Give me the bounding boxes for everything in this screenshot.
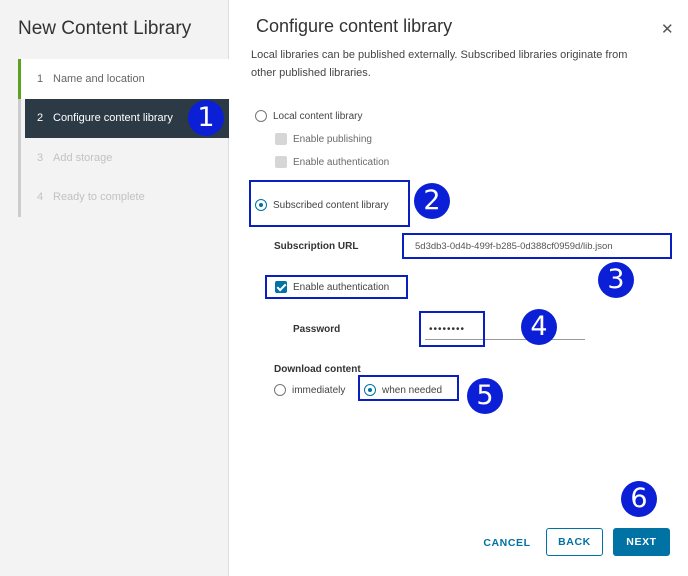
- step-number: 2: [37, 112, 44, 125]
- step-label: Ready to complete: [53, 191, 145, 204]
- enable-auth-local-label: Enable authentication: [293, 156, 390, 168]
- subscription-url-label: Subscription URL: [274, 241, 359, 252]
- step-label: Name and location: [53, 72, 145, 85]
- step-number: 1: [37, 72, 44, 85]
- annotation-badge-3: 3: [598, 262, 634, 298]
- annotation-badge-2: 2: [414, 183, 450, 219]
- download-immediately-radio[interactable]: [274, 384, 286, 396]
- enable-publishing-option: Enable publishing: [275, 133, 372, 145]
- enable-auth-local-checkbox: [275, 156, 287, 168]
- step-label: Add storage: [53, 151, 113, 164]
- step-name-and-location[interactable]: 1 Name and location: [18, 59, 229, 99]
- annotation-box-5: [358, 375, 459, 401]
- next-button[interactable]: NEXT: [613, 528, 670, 556]
- download-content-label: Download content: [274, 364, 361, 375]
- dialog-title: Configure content library: [256, 16, 453, 36]
- local-library-label: Local content library: [273, 110, 363, 122]
- dialog-description: Local libraries can be published externa…: [251, 49, 628, 79]
- annotation-box-enable-auth: [265, 275, 408, 299]
- step-label: Configure content library: [53, 112, 173, 125]
- step-number: 4: [37, 191, 44, 204]
- annotation-box-4: [419, 311, 485, 347]
- local-library-radio[interactable]: [255, 110, 267, 122]
- download-immediately-option[interactable]: immediately: [274, 384, 345, 396]
- close-icon[interactable]: ✕: [661, 22, 674, 37]
- annotation-badge-1: 1: [188, 100, 224, 136]
- step-ready-to-complete: 4 Ready to complete: [21, 178, 229, 218]
- enable-publishing-checkbox: [275, 133, 287, 145]
- annotation-badge-5: 5: [467, 378, 503, 414]
- password-label: Password: [293, 324, 341, 335]
- step-add-storage: 3 Add storage: [21, 138, 229, 178]
- step-number: 3: [37, 151, 44, 164]
- wizard-steps: 1 Name and location 2 Configure content …: [18, 59, 229, 217]
- back-button[interactable]: BACK: [546, 528, 603, 556]
- enable-auth-local-option: Enable authentication: [275, 156, 389, 168]
- download-immediately-label: immediately: [292, 384, 346, 396]
- cancel-button[interactable]: CANCEL: [476, 529, 538, 557]
- annotation-box-3: [402, 233, 672, 259]
- annotation-badge-6: 6: [621, 481, 657, 517]
- annotation-badge-4: 4: [521, 309, 557, 345]
- wizard-sidebar: New Content Library 1 Name and location …: [0, 0, 229, 576]
- local-library-option[interactable]: Local content library: [255, 110, 363, 122]
- wizard-title: New Content Library: [18, 18, 192, 39]
- enable-publishing-label: Enable publishing: [293, 133, 372, 145]
- annotation-box-2: [249, 180, 410, 227]
